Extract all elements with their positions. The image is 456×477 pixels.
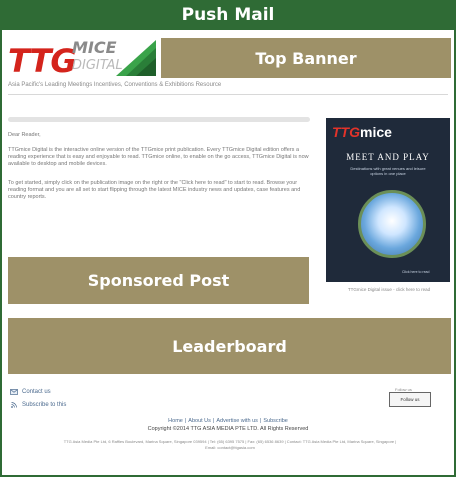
tagline: Asia Pacific's Leading Meetings Incentiv… [8, 82, 222, 88]
email-frame: Push Mail TTG MICE DIGITAL Top Banner As… [0, 0, 456, 477]
cover-caption[interactable]: TTGmice Digital issue - click here to re… [328, 287, 450, 292]
cover-logo-mice: mice [360, 124, 392, 140]
subscribe-link[interactable]: Subscribe to this [10, 402, 66, 408]
header-bar: Push Mail [2, 0, 454, 30]
ttg-mice-logo[interactable]: TTG MICE DIGITAL [8, 36, 158, 84]
contact-us-link[interactable]: Contact us [10, 389, 51, 395]
top-banner-label: Top Banner [255, 48, 357, 68]
leaderboard-ad[interactable]: Leaderboard [8, 318, 451, 374]
sponsored-post-ad[interactable]: Sponsored Post [8, 257, 309, 304]
cover-logo-ttg: TTG [332, 124, 360, 140]
footer-link-about[interactable]: About Us [188, 418, 211, 424]
follow-button[interactable]: Follow us [389, 392, 431, 407]
content-card-top [8, 117, 310, 122]
letter-greeting: Dear Reader, [8, 132, 41, 138]
footer-link-advertise[interactable]: Advertise with us [216, 418, 258, 424]
follow-label: Follow us [395, 387, 412, 392]
magazine-cover[interactable]: TTGmice MEET AND PLAY Destinations with … [326, 118, 450, 282]
footer-address: TTG Asia Media Pte Ltd, 6 Raffles Boulev… [63, 439, 397, 450]
logo-mice-text: MICE [72, 38, 117, 57]
contact-us-label: Contact us [22, 389, 51, 395]
cover-subtitle: Destinations with great venues and leisu… [350, 166, 426, 176]
rss-icon [10, 402, 18, 408]
header-title: Push Mail [181, 5, 275, 25]
leaderboard-label: Leaderboard [172, 336, 287, 356]
footer-link-subscribe[interactable]: Subscribe [263, 418, 287, 424]
top-banner-ad[interactable]: Top Banner [161, 38, 451, 78]
footer-link-home[interactable]: Home [168, 418, 183, 424]
sponsored-post-label: Sponsored Post [87, 271, 230, 290]
cover-sky-image [358, 190, 426, 258]
envelope-icon [10, 389, 18, 395]
copyright: Copyright ©2014 TTG ASIA MEDIA PTE LTD. … [147, 426, 309, 432]
cover-tag: Click here to read [402, 270, 430, 274]
follow-widget: Follow us Follow us [389, 387, 431, 407]
letter-paragraph-2: To get started, simply click on the publ… [8, 180, 301, 200]
cover-logo: TTGmice [332, 124, 392, 140]
cover-title: MEET AND PLAY [346, 152, 430, 162]
logo-leaf-icon [116, 40, 156, 76]
logo-ttg-text: TTG [8, 42, 77, 80]
letter-paragraph-1: TTGmice Digital is the interactive onlin… [8, 147, 309, 167]
divider [8, 94, 448, 95]
footer-links: Home | About Us | Advertise with us | Subscrib… [168, 418, 288, 424]
subscribe-label: Subscribe to this [22, 402, 67, 408]
